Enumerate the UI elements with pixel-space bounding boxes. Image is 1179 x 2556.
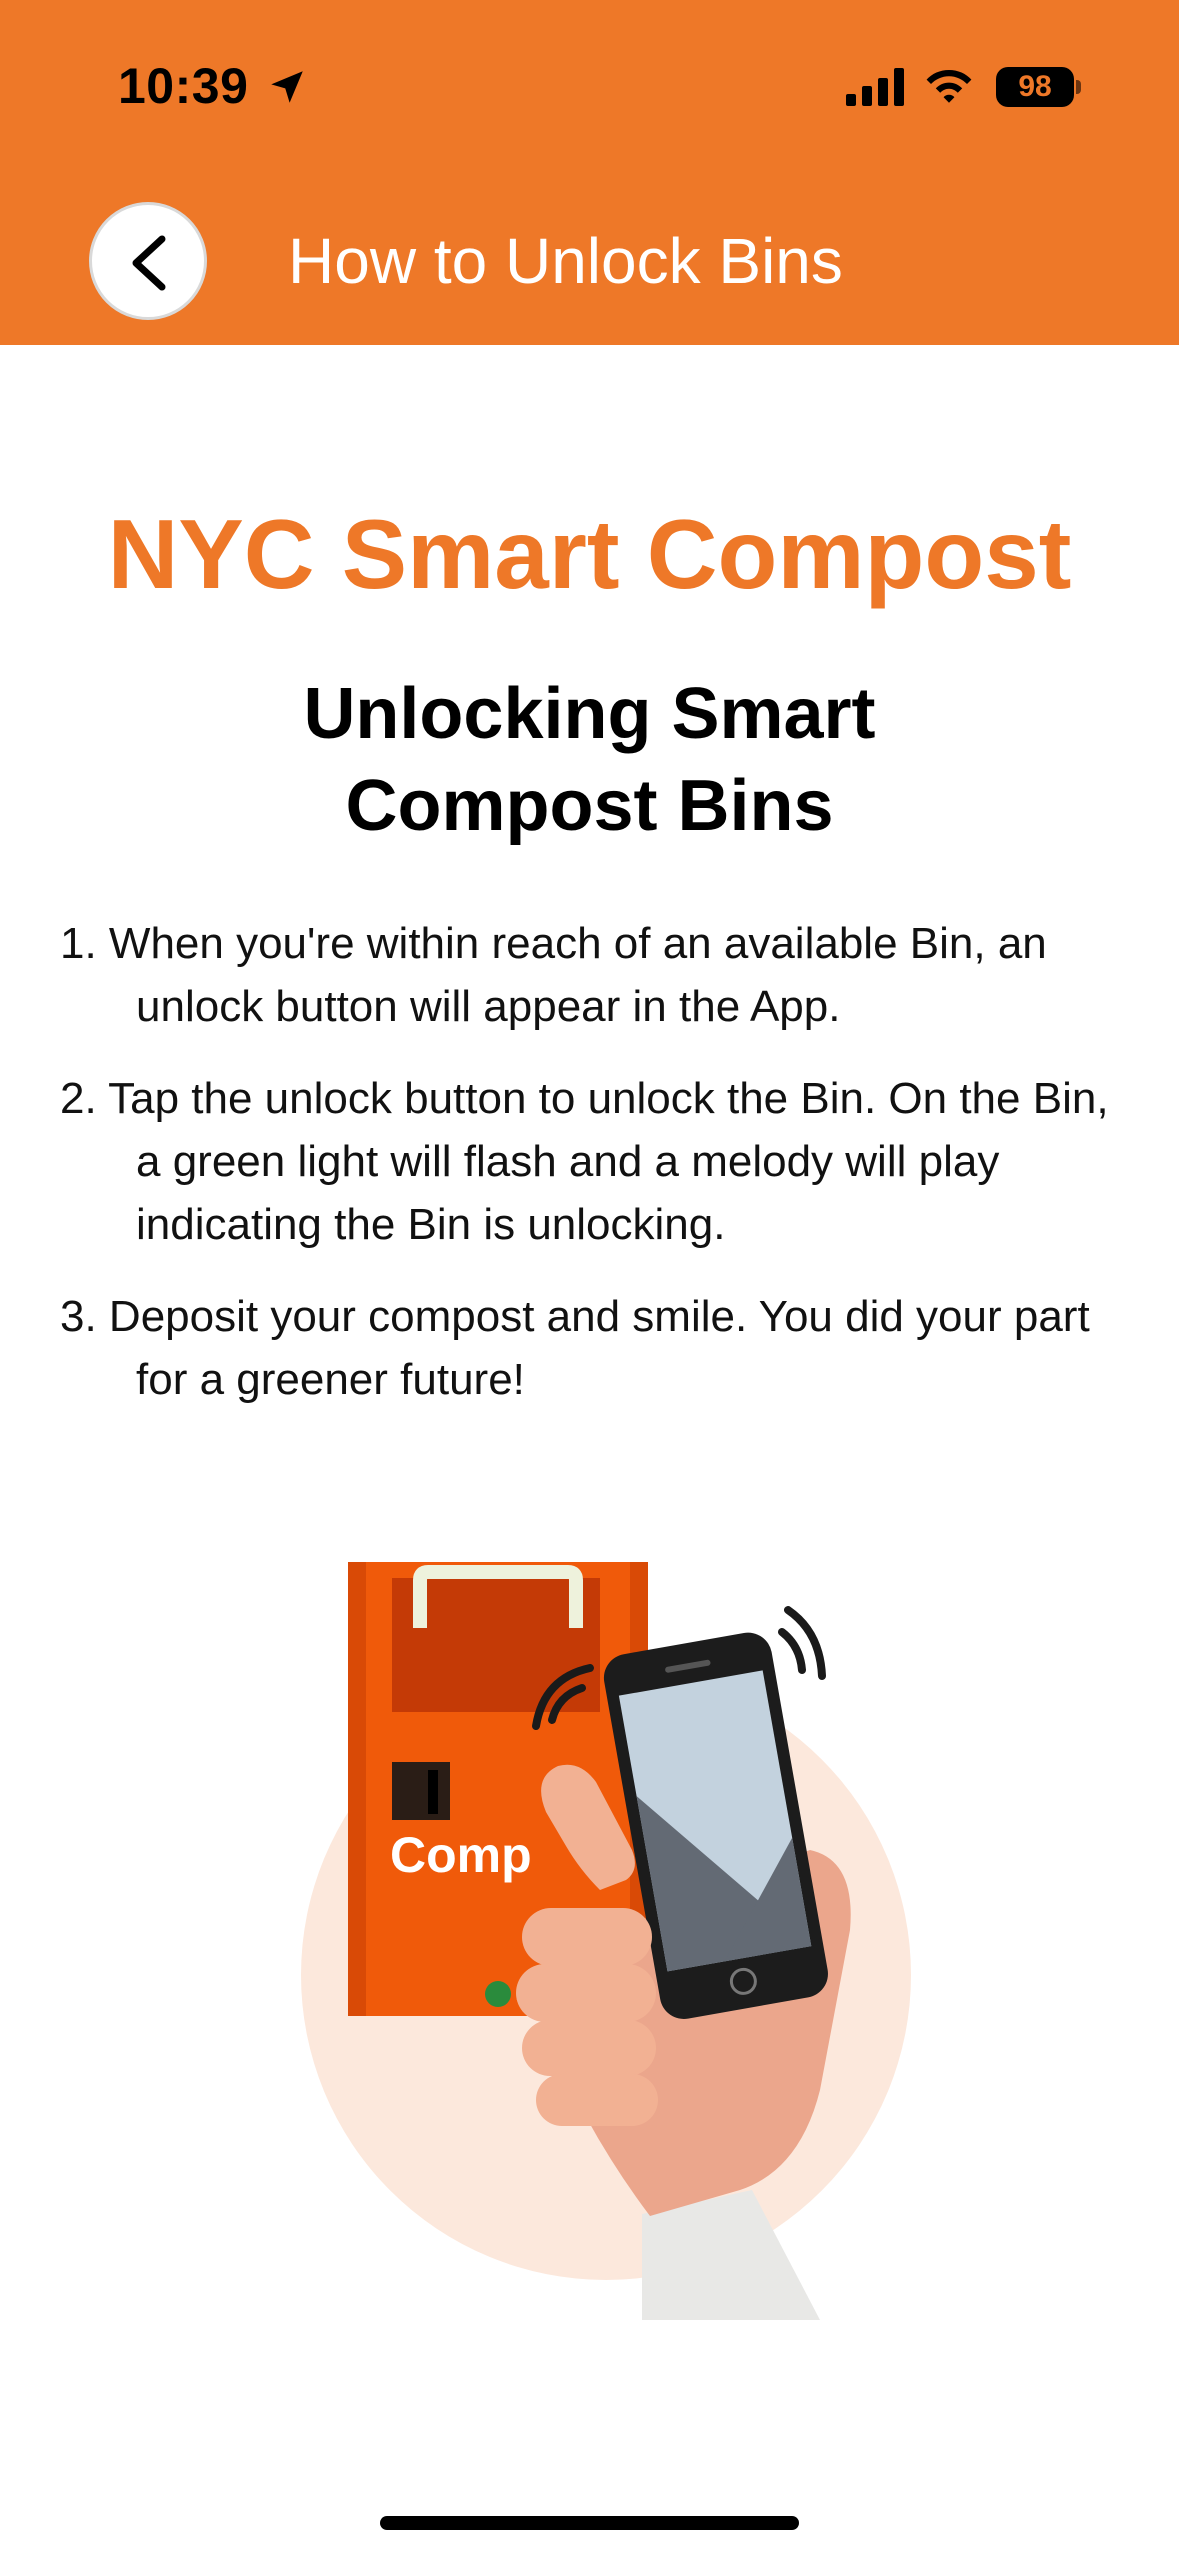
bin-side-shade — [348, 1562, 366, 2016]
finger — [522, 1908, 652, 1966]
app-header: 10:39 98 How to Unlock Bins — [0, 0, 1179, 345]
bin-label: Comp — [390, 1827, 532, 1883]
wifi-icon — [926, 70, 972, 103]
home-indicator[interactable] — [380, 2516, 799, 2530]
finger — [516, 1964, 656, 2022]
status-time: 10:39 — [118, 58, 249, 114]
location-arrow-icon — [271, 71, 303, 103]
battery-level: 98 — [1018, 70, 1052, 103]
steps-list: 1. When you're within reach of an availa… — [60, 912, 1140, 1440]
battery-tip — [1076, 80, 1081, 94]
bin-logo-icon — [485, 1981, 511, 2007]
bin-card-slot — [392, 1762, 450, 1820]
section-title-text: Unlocking Smart Compost Bins — [303, 674, 876, 846]
step-item: 1. When you're within reach of an availa… — [60, 919, 1047, 1031]
battery-indicator: 98 — [996, 67, 1081, 107]
unlock-bin-illustration: Comp sa — [301, 1562, 911, 2320]
header-title: How to Unlock Bins — [288, 225, 843, 297]
finger — [536, 2074, 658, 2126]
finger — [522, 2020, 656, 2076]
step-item: 2. Tap the unlock button to unlock the B… — [60, 1074, 1109, 1249]
brand-title: NYC Smart Compost — [107, 499, 1072, 609]
chevron-left-icon — [132, 235, 166, 291]
cellular-signal-icon — [846, 68, 904, 106]
section-title: Unlocking Smart Compost Bins — [0, 668, 1179, 852]
back-button[interactable] — [89, 202, 207, 320]
step-item: 3. Deposit your compost and smile. You d… — [60, 1292, 1090, 1404]
